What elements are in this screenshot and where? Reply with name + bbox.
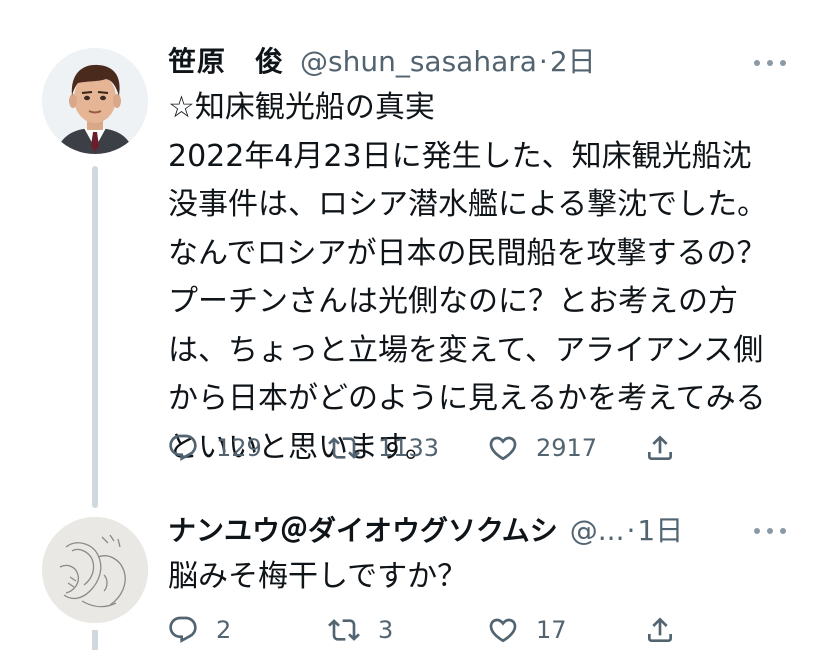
user-portrait-icon [42,48,148,154]
tweet-text: 脳みそ梅干しですか？ [168,553,778,602]
tweet-text-line: は、ちょっと立場を変えて、アライアンス側 [168,332,764,368]
like-button[interactable]: 17 [486,610,567,650]
share-icon [648,617,672,642]
more-options-icon[interactable] [754,58,786,68]
heart-icon [489,618,517,643]
separator-dot: · [626,514,636,547]
tweet-text: ☆知床観光船の真実 2022年4月23日に発生した、知床観光船沈 没事件は、ロシ… [168,84,778,472]
share-button[interactable] [644,428,676,468]
retweet-button[interactable]: 1133 [326,428,439,468]
timestamp[interactable]: 1日 [637,513,683,549]
reply-icon [169,616,197,643]
share-icon [648,435,672,460]
tweet-actions: 2 3 17 [166,610,686,650]
reply-icon [169,434,197,461]
tweet-text-line: ☆知床観光船の真実 [168,90,435,125]
tweet-actions: 129 1133 2917 [166,428,686,468]
retweet-button[interactable]: 3 [326,610,393,650]
tweet-header: 笹原 俊 @shun_sasahara · 2日 [168,44,596,80]
reply-button[interactable]: 129 [166,428,262,468]
reply-count: 129 [216,434,262,462]
retweet-icon [328,619,360,641]
display-name[interactable]: ナンユウ＠ダイオウグソクムシ [168,513,558,549]
retweet-count: 1133 [378,434,440,462]
user-handle[interactable]: @shun_sasahara [300,44,537,80]
tweet-text-line: 2022年4月23日に発生した、知床観光船沈 [168,138,752,174]
like-count: 17 [536,616,567,644]
more-options-icon[interactable] [754,526,786,536]
tweet-text-line: なんでロシアが日本の民間船を攻撃するの？ [168,235,767,271]
like-count: 2917 [536,434,598,462]
tweet-text-line: プーチンさんは光側なのに？とお考えの方 [168,284,738,319]
like-button[interactable]: 2917 [486,428,597,468]
reply-count: 2 [216,616,232,644]
user-handle[interactable]: @... [570,513,625,549]
avatar[interactable] [42,517,148,623]
retweet-count: 3 [378,616,394,644]
share-button[interactable] [644,610,676,650]
thread-connector [92,166,98,508]
tweet-text-line: から日本がどのように見えるかを考えてみる [168,381,766,416]
tweet-text-line: 脳みそ梅干しですか？ [168,559,468,594]
retweet-icon [328,437,360,459]
reply-button[interactable]: 2 [166,610,231,650]
display-name[interactable]: 笹原 俊 [168,44,284,80]
sketch-drawing-icon [42,517,148,623]
separator-dot: · [538,45,548,78]
thread-connector [92,630,98,650]
tweet[interactable]: 笹原 俊 @shun_sasahara · 2日 ☆知床観光船の真実 2022年… [0,0,828,510]
heart-icon [489,436,517,461]
timestamp[interactable]: 2日 [550,44,596,80]
tweet-header: ナンユウ＠ダイオウグソクムシ @... · 1日 [168,513,683,549]
avatar[interactable] [42,48,148,154]
tweet-text-line: 没事件は、ロシア潜水艦による撃沈でした。 [168,187,768,222]
